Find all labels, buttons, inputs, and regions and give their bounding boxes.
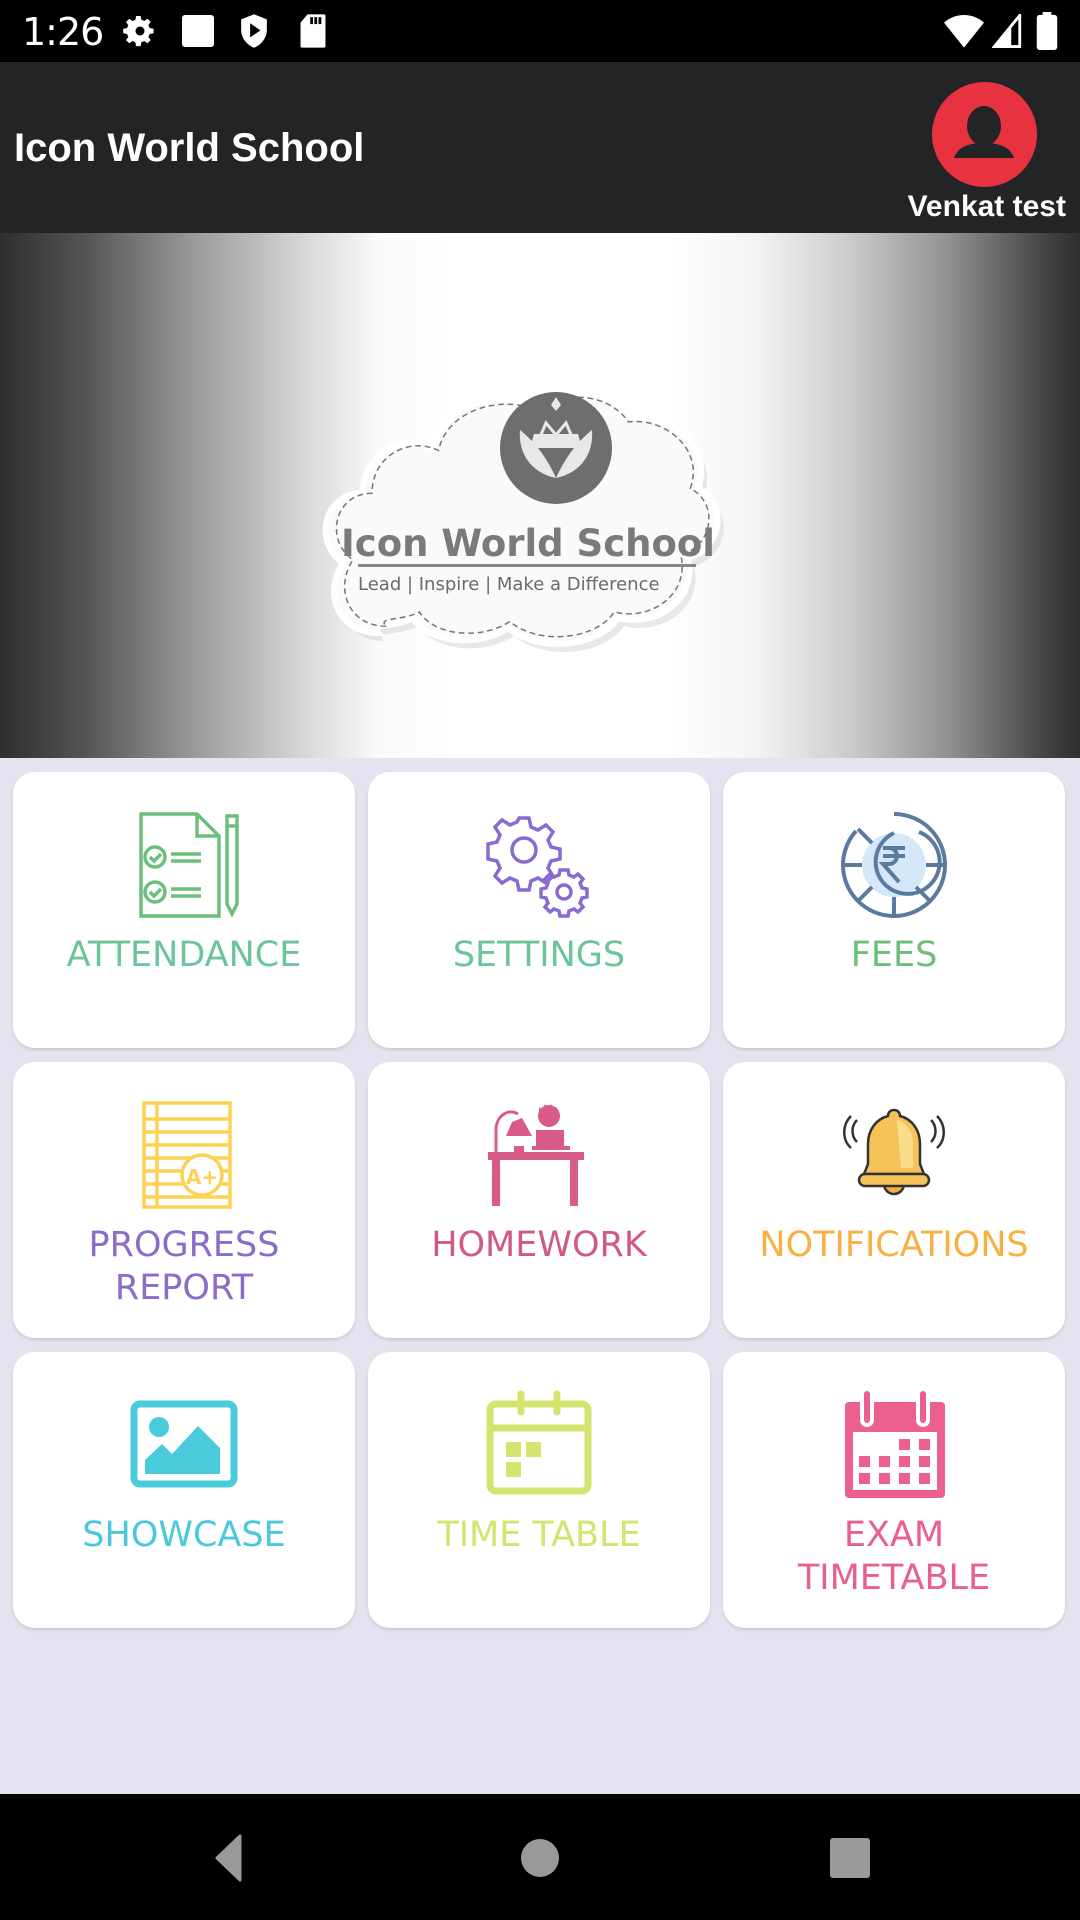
- rupee-coin-icon: [841, 812, 947, 918]
- menu-item-label: PROGRESS REPORT: [13, 1224, 355, 1310]
- svg-text:A+: A+: [186, 1165, 218, 1189]
- back-icon[interactable]: [195, 1834, 255, 1882]
- attendance-checklist-icon: [139, 812, 239, 918]
- logo-tagline: Lead | Inspire | Make a Difference: [358, 574, 660, 595]
- square-notification-icon: [182, 15, 214, 47]
- report-card-icon: A+: [142, 1101, 232, 1209]
- menu-item-exam-timetable[interactable]: EXAM TIMETABLE: [723, 1352, 1065, 1628]
- menu-item-label: EXAM TIMETABLE: [723, 1514, 1065, 1600]
- status-time: 1:26: [22, 10, 104, 54]
- navigation-bar: [0, 1794, 1080, 1920]
- label-line: REPORT: [114, 1268, 254, 1308]
- signal-icon: [992, 14, 1022, 48]
- label-line: EXAM: [843, 1515, 945, 1555]
- calendar-icon: [486, 1390, 592, 1495]
- menu-item-label: NOTIFICATIONS: [759, 1225, 1029, 1265]
- menu-item-label: FEES: [850, 935, 938, 975]
- user-name: Venkat test: [907, 190, 1066, 223]
- app-title: Icon World School: [14, 126, 365, 170]
- logo-title: Icon World School: [341, 522, 715, 565]
- battery-icon: [1036, 12, 1058, 50]
- menu-item-fees[interactable]: FEES: [723, 772, 1065, 1048]
- wifi-icon: [944, 15, 984, 48]
- menu-item-label: SETTINGS: [452, 935, 626, 975]
- menu-item-label: ATTENDANCE: [66, 935, 302, 975]
- menu-item-settings[interactable]: SETTINGS: [368, 772, 710, 1048]
- menu-item-attendance[interactable]: ATTENDANCE: [13, 772, 355, 1048]
- menu-item-homework[interactable]: HOMEWORK: [368, 1062, 710, 1338]
- menu-item-label: TIME TABLE: [437, 1515, 641, 1555]
- menu-item-label: HOMEWORK: [431, 1225, 647, 1265]
- menu-item-label: SHOWCASE: [82, 1515, 286, 1555]
- school-emblem-icon: [500, 392, 612, 504]
- school-logo: Icon World School Lead | Inspire | Make …: [322, 389, 724, 653]
- label-line: TIMETABLE: [797, 1558, 991, 1598]
- recents-icon[interactable]: [820, 1834, 880, 1882]
- menu-item-time-table[interactable]: TIME TABLE: [368, 1352, 710, 1628]
- shield-play-icon: [241, 14, 267, 48]
- menu-item-showcase[interactable]: SHOWCASE: [13, 1352, 355, 1628]
- exam-calendar-icon: [845, 1390, 945, 1498]
- menu-item-notifications[interactable]: NOTIFICATIONS: [723, 1062, 1065, 1338]
- app-bar: Icon World School Venkat test: [0, 62, 1080, 233]
- menu-item-progress-report[interactable]: A+ PROGRESS REPORT: [13, 1062, 355, 1338]
- student-desk-icon: [488, 1104, 584, 1206]
- home-icon[interactable]: [510, 1834, 570, 1882]
- settings-icon: [123, 16, 154, 47]
- sd-card-icon: [300, 14, 326, 48]
- banner: Icon World School Lead | Inspire | Make …: [0, 233, 1080, 758]
- status-bar: 1:26: [0, 0, 1080, 62]
- label-line: PROGRESS: [88, 1225, 280, 1265]
- gears-icon: [486, 816, 589, 918]
- bell-icon: [843, 1108, 945, 1196]
- image-icon: [130, 1400, 238, 1488]
- user-icon: [954, 106, 1014, 158]
- avatar[interactable]: [932, 82, 1037, 187]
